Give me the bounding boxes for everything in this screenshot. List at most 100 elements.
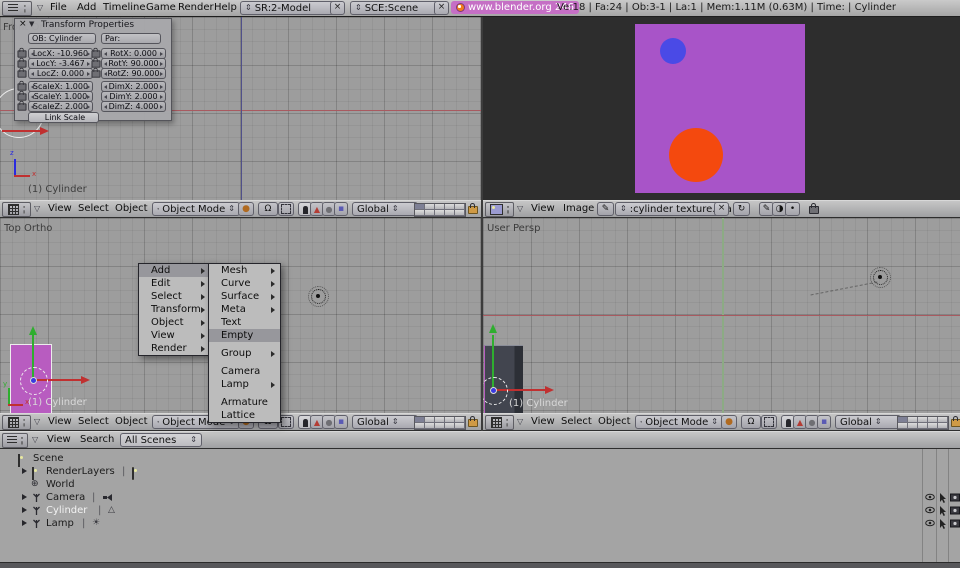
scalez-field[interactable]: ScaleZ: 2.000	[28, 101, 93, 112]
submenu-item-armature[interactable]: Armature	[209, 396, 280, 409]
menu-add[interactable]: Add	[77, 2, 96, 13]
lamp-gizmo[interactable]	[873, 270, 888, 285]
eye-icon[interactable]	[925, 519, 935, 527]
eye-icon[interactable]	[925, 493, 935, 501]
mode-dropdown[interactable]: Object Mode⇕	[152, 202, 240, 216]
texture-image[interactable]	[635, 24, 805, 193]
update-lock-icon[interactable]	[809, 206, 819, 214]
layer-buttons-group1[interactable]	[414, 203, 466, 217]
outliner-row-world[interactable]: ⊕ World	[0, 478, 900, 491]
editor-type-button[interactable]	[2, 433, 28, 448]
lock-view-icon[interactable]	[468, 206, 478, 214]
render-restrict-icon[interactable]	[950, 519, 960, 528]
dimz-field[interactable]: DimZ: 4.000	[101, 101, 166, 112]
lock-view-icon[interactable]	[951, 419, 960, 427]
expand-arrow-icon[interactable]	[22, 468, 27, 474]
outliner-panel[interactable]: Scene RenderLayers | ⊕ World Camera |	[0, 449, 960, 562]
submenu-item-lamp[interactable]: Lamp	[209, 378, 280, 391]
viewport-user-persp[interactable]: User Persp (1) Cylinder	[483, 218, 960, 413]
expand-arrow-icon[interactable]	[22, 520, 27, 526]
submenu-item-mesh[interactable]: Mesh	[209, 264, 280, 277]
panel-collapse-icon[interactable]: ▼	[29, 20, 34, 28]
lock-view-icon[interactable]	[468, 419, 478, 427]
screen-selector[interactable]: ⇕SR:2-Model	[240, 1, 336, 15]
outliner-display-dropdown[interactable]: All Scenes⇕	[120, 433, 202, 447]
collapse-arrow-icon[interactable]: ▽	[34, 204, 40, 213]
layer-buttons-group1[interactable]	[897, 416, 949, 430]
collapse-arrow-icon[interactable]: ▽	[32, 435, 38, 444]
submenu-item-lattice[interactable]: Lattice	[209, 409, 280, 422]
face-select-button[interactable]: ▪	[817, 415, 831, 429]
menu-item-render[interactable]: Render	[139, 342, 210, 355]
manipulator-button[interactable]: Ω	[258, 202, 278, 216]
cursor-select-icon[interactable]	[939, 519, 947, 529]
menu-render[interactable]: Render	[178, 2, 214, 13]
orientation-dropdown[interactable]: Global⇕	[352, 415, 418, 429]
scene-selector[interactable]: ⇕SCE:Scene	[350, 1, 440, 15]
lock-icon[interactable]	[92, 70, 101, 77]
submenu-item-surface[interactable]: Surface	[209, 290, 280, 303]
locz-field[interactable]: LocZ: 0.000	[28, 68, 93, 79]
menu-view[interactable]: View	[531, 416, 555, 427]
menu-object[interactable]: Object	[598, 416, 631, 427]
manipulator-button[interactable]: Ω	[741, 415, 761, 429]
menu-image[interactable]: Image	[563, 203, 594, 214]
image-close-button[interactable]: ×	[714, 202, 729, 216]
window-type-button[interactable]	[2, 1, 32, 16]
viewport-divider[interactable]	[481, 17, 483, 431]
menu-item-edit[interactable]: Edit	[139, 277, 210, 290]
outliner-row-lamp[interactable]: Lamp | ☀	[0, 517, 900, 530]
panel-close-icon[interactable]: ×	[19, 19, 27, 29]
transform-properties-panel[interactable]: × ▼ Transform Properties OB: Cylinder Pa…	[14, 18, 172, 121]
lock-icon[interactable]	[18, 70, 27, 77]
browse-image-button[interactable]: ✎	[597, 202, 614, 216]
submenu-item-curve[interactable]: Curve	[209, 277, 280, 290]
editor-type-button[interactable]	[2, 415, 31, 430]
orientation-dropdown[interactable]: Global⇕	[835, 415, 901, 429]
menu-select[interactable]: Select	[78, 203, 109, 214]
menu-view[interactable]: View	[531, 203, 555, 214]
lock-icon[interactable]	[92, 60, 101, 67]
draw-type-button[interactable]: ●	[238, 202, 254, 216]
lock-icon[interactable]	[18, 93, 27, 100]
lock-icon[interactable]	[18, 60, 27, 67]
render-restrict-icon[interactable]	[950, 506, 960, 515]
menu-object[interactable]: Object	[115, 203, 148, 214]
submenu-item-text[interactable]: Text	[209, 316, 280, 329]
menu-view[interactable]: View	[47, 434, 71, 445]
collapse-arrow-icon[interactable]: ▽	[37, 3, 43, 12]
expand-arrow-icon[interactable]	[22, 507, 27, 513]
menu-item-object[interactable]: Object	[139, 316, 210, 329]
collapse-arrow-icon[interactable]: ▽	[517, 204, 523, 213]
menu-select[interactable]: Select	[78, 416, 109, 427]
lock-icon[interactable]	[92, 50, 101, 57]
manipulator-x-arrow[interactable]	[2, 130, 40, 132]
collapse-arrow-icon[interactable]: ▽	[34, 417, 40, 426]
uv-image-editor[interactable]	[483, 17, 960, 200]
face-select-button[interactable]: ▪	[334, 415, 348, 429]
image-name-field[interactable]: ⇕:cylinder texture.tga	[615, 202, 721, 216]
menu-game[interactable]: Game	[146, 2, 176, 13]
manipulator-space-button[interactable]	[761, 415, 777, 429]
submenu-item-empty[interactable]: Empty	[209, 329, 280, 342]
menu-item-view[interactable]: View	[139, 329, 210, 342]
menu-search[interactable]: Search	[80, 434, 114, 445]
draw-type-button[interactable]: ●	[721, 415, 737, 429]
lock-icon[interactable]	[18, 50, 27, 57]
pivot-dot-button[interactable]: •	[785, 202, 800, 216]
orientation-dropdown[interactable]: Global⇕	[352, 202, 418, 216]
menu-help[interactable]: Help	[214, 2, 237, 13]
submenu-item-meta[interactable]: Meta	[209, 303, 280, 316]
parent-field[interactable]: Par:	[101, 33, 161, 44]
face-select-button[interactable]: ▪	[334, 202, 348, 216]
expand-arrow-icon[interactable]	[22, 494, 27, 500]
menu-object[interactable]: Object	[115, 416, 148, 427]
outliner-row-cylinder[interactable]: Cylinder | △	[0, 504, 900, 517]
render-restrict-icon[interactable]	[950, 493, 960, 502]
lock-icon[interactable]	[18, 103, 27, 110]
outliner-row-scene[interactable]: Scene	[0, 452, 900, 465]
mode-dropdown[interactable]: Object Mode⇕	[635, 415, 723, 429]
submenu-item-group[interactable]: Group	[209, 347, 280, 360]
cursor-select-icon[interactable]	[939, 493, 947, 503]
outliner-row-renderlayers[interactable]: RenderLayers |	[0, 465, 900, 478]
